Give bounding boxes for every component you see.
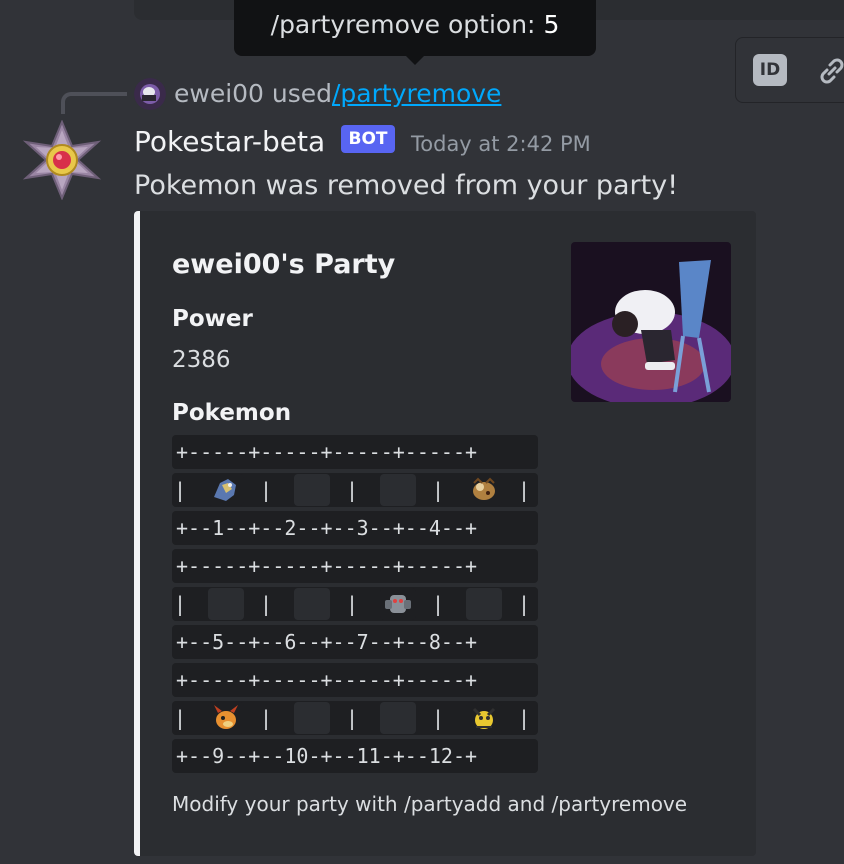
bot-username[interactable]: Pokestar-beta	[134, 122, 325, 162]
grid-divider: |	[260, 706, 273, 730]
referenced-user-avatar[interactable]	[134, 78, 166, 110]
tooltip-arrow	[406, 56, 424, 65]
grid-divider: |	[432, 706, 445, 730]
party-slot-10	[294, 702, 330, 734]
grid-divider: |	[346, 478, 359, 502]
party-embed: ewei00's Party Power 2386 Pokemon +-----…	[134, 211, 756, 856]
grid-divider: |	[174, 706, 187, 730]
field-power-value: 2386	[172, 347, 231, 373]
bot-badge: BOT	[341, 125, 395, 153]
party-slot-5	[208, 588, 244, 620]
bot-avatar[interactable]	[22, 119, 102, 201]
grid-divider: |	[518, 592, 531, 616]
grid-divider: |	[432, 478, 445, 502]
grid-divider: |	[260, 478, 273, 502]
grid-divider: |	[518, 478, 531, 502]
grid-slot-number-line: +--5--+--6--+--7--+--8--+	[172, 625, 538, 659]
grid-border-line: +-----+-----+-----+-----+	[172, 435, 538, 469]
grid-slot-number-line: +--1--+--2--+--3--+--4--+	[172, 511, 538, 545]
gray-pokemon-sprite-icon	[382, 589, 414, 629]
embed-title: ewei00's Party	[172, 249, 396, 280]
brown-pokemon-sprite-icon	[468, 475, 500, 515]
grid-divider: |	[432, 592, 445, 616]
party-slot-1	[208, 474, 244, 506]
grid-slot-row: | | | | |	[172, 701, 538, 735]
field-power-label: Power	[172, 306, 253, 332]
party-slot-9	[208, 702, 244, 734]
copy-link-icon[interactable]	[816, 55, 844, 87]
message-content: Pokemon was removed from your party!	[134, 170, 679, 201]
grid-border-line: +-----+-----+-----+-----+	[172, 549, 538, 583]
grid-divider: |	[518, 706, 531, 730]
blue-pokemon-sprite-icon	[210, 475, 242, 515]
grid-slot-row: | | | | |	[172, 473, 538, 507]
copy-id-icon[interactable]: ID	[753, 54, 787, 86]
command-option-tooltip: /partyremove option: 5	[234, 0, 596, 56]
grid-divider: |	[260, 592, 273, 616]
grid-slot-row: | | | | |	[172, 587, 538, 621]
grid-divider: |	[174, 592, 187, 616]
party-slot-11	[380, 702, 416, 734]
grid-divider: |	[174, 478, 187, 502]
party-slot-4	[466, 474, 502, 506]
yellow-pokemon-sprite-icon	[468, 703, 500, 743]
party-slot-6	[294, 588, 330, 620]
party-slot-7	[380, 588, 416, 620]
party-slot-3	[380, 474, 416, 506]
embed-thumbnail[interactable]	[571, 242, 731, 402]
reply-spine	[61, 92, 127, 114]
command-link[interactable]: /partyremove	[332, 76, 501, 112]
party-slot-12	[466, 702, 502, 734]
message-timestamp[interactable]: Today at 2:42 PM	[411, 128, 591, 160]
field-pokemon-label: Pokemon	[172, 400, 292, 426]
party-slot-8	[466, 588, 502, 620]
message-hover-toolbar: ID	[735, 37, 844, 103]
party-slot-2	[294, 474, 330, 506]
tooltip-label: /partyremove option:	[270, 10, 544, 39]
grid-slot-number-line: +--9--+--10-+--11-+--12-+	[172, 739, 538, 773]
referenced-username[interactable]: ewei00 used	[174, 76, 332, 112]
tooltip-value: 5	[543, 10, 560, 39]
orange-pokemon-sprite-icon	[210, 703, 242, 743]
grid-border-line: +-----+-----+-----+-----+	[172, 663, 538, 697]
grid-divider: |	[346, 706, 359, 730]
grid-divider: |	[346, 592, 359, 616]
embed-footer: Modify your party with /partyadd and /pa…	[172, 792, 688, 816]
